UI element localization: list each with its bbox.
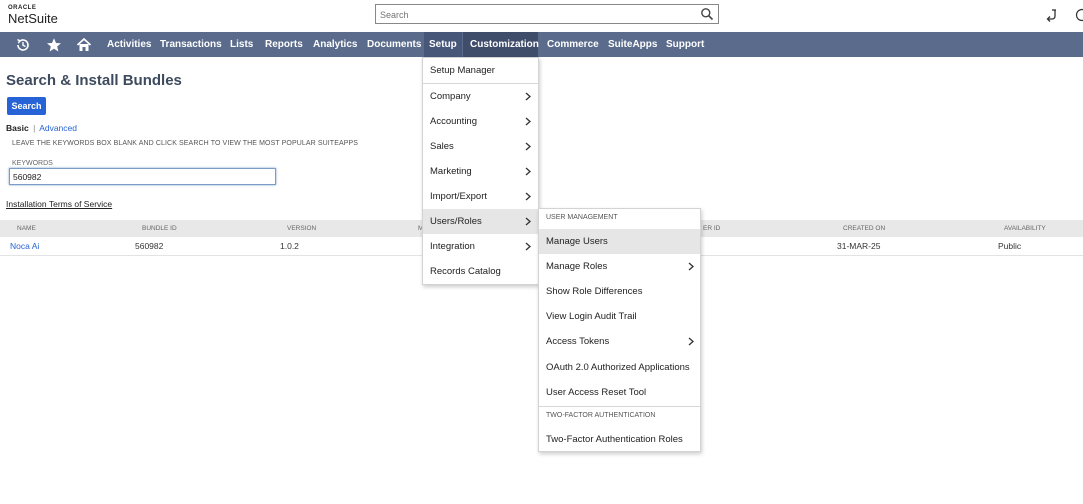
top-bar: ORACLE NetSuite — [0, 0, 1083, 32]
menu-integration-label: Integration — [430, 241, 475, 252]
installation-terms-link[interactable]: Installation Terms of Service — [6, 199, 112, 209]
row-availability: Public — [998, 241, 1022, 251]
reminder-return-icon[interactable] — [1045, 8, 1059, 22]
netsuite-logo[interactable]: ORACLE NetSuite — [8, 5, 58, 25]
menu-marketing-label: Marketing — [430, 166, 472, 177]
chevron-right-icon — [525, 242, 531, 251]
row-version: 1.0.2 — [280, 241, 299, 251]
mode-advanced-link[interactable]: Advanced — [39, 123, 77, 133]
menu-accounting-label: Accounting — [430, 116, 478, 127]
menu-import-export[interactable]: Import/Export — [423, 184, 538, 209]
mode-basic[interactable]: Basic — [6, 123, 29, 133]
col-version[interactable]: VERSION — [287, 225, 316, 232]
col-availability[interactable]: AVAILABILITY — [1004, 225, 1046, 232]
recent-records-icon[interactable] — [15, 37, 31, 53]
menu-company-label: Company — [430, 91, 471, 102]
page-title: Search & Install Bundles — [6, 72, 182, 89]
menu-show-role-differences-label: Show Role Differences — [546, 286, 643, 297]
menu-accounting[interactable]: Accounting — [423, 109, 538, 134]
chevron-right-icon — [688, 337, 694, 346]
col-name[interactable]: NAME — [17, 225, 36, 232]
menu-view-login-audit-trail[interactable]: View Login Audit Trail — [539, 304, 700, 329]
nav-support[interactable]: Support — [661, 32, 709, 57]
chevron-right-icon — [525, 167, 531, 176]
home-icon[interactable] — [76, 37, 92, 53]
menu-users-roles-label: Users/Roles — [430, 216, 482, 227]
menu-show-role-differences[interactable]: Show Role Differences — [539, 279, 700, 304]
row-name-link[interactable]: Noca Ai — [10, 241, 39, 251]
menu-divider — [539, 406, 700, 407]
menu-two-factor-roles[interactable]: Two-Factor Authentication Roles — [539, 427, 700, 452]
menu-users-roles[interactable]: Users/Roles — [423, 209, 538, 234]
keywords-hint: LEAVE THE KEYWORDS BOX BLANK AND CLICK S… — [12, 140, 359, 147]
menu-manage-roles[interactable]: Manage Roles — [539, 254, 700, 279]
main-navigation: Activities Transactions Lists Reports An… — [0, 32, 1083, 57]
menu-oauth-apps[interactable]: OAuth 2.0 Authorized Applications — [539, 355, 700, 380]
menu-access-tokens[interactable]: Access Tokens — [539, 329, 700, 354]
col-owner-id[interactable]: ER ID — [703, 225, 720, 232]
menu-manage-users[interactable]: Manage Users — [539, 229, 700, 254]
chevron-right-icon — [525, 92, 531, 101]
menu-view-login-audit-trail-label: View Login Audit Trail — [546, 311, 637, 322]
menu-setup-manager-label: Setup Manager — [430, 65, 495, 76]
menu-user-access-reset-tool[interactable]: User Access Reset Tool — [539, 380, 700, 405]
nav-customization[interactable]: Customization — [463, 32, 539, 57]
chevron-right-icon — [525, 117, 531, 126]
nav-commerce[interactable]: Commerce — [542, 32, 604, 57]
keywords-input[interactable] — [9, 168, 276, 185]
menu-integration[interactable]: Integration — [423, 234, 538, 259]
nav-suiteapps[interactable]: SuiteApps — [603, 32, 662, 57]
logo-netsuite-text: NetSuite — [8, 11, 58, 26]
help-icon[interactable] — [1075, 8, 1083, 22]
mode-separator: | — [33, 123, 36, 133]
menu-setup-manager[interactable]: Setup Manager — [423, 58, 538, 83]
col-bundle-id[interactable]: BUNDLE ID — [142, 225, 177, 232]
nav-setup[interactable]: Setup — [424, 32, 462, 57]
menu-marketing[interactable]: Marketing — [423, 159, 538, 184]
search-mode-links: Basic | Advanced — [6, 123, 77, 133]
two-factor-header: TWO-FACTOR AUTHENTICATION — [546, 412, 656, 419]
menu-oauth-apps-label: OAuth 2.0 Authorized Applications — [546, 362, 690, 373]
row-created-on: 31-MAR-25 — [837, 241, 881, 251]
nav-reports[interactable]: Reports — [260, 32, 308, 57]
menu-two-factor-roles-label: Two-Factor Authentication Roles — [546, 434, 683, 445]
menu-import-export-label: Import/Export — [430, 191, 488, 202]
magnifier-icon[interactable] — [700, 7, 714, 21]
nav-lists[interactable]: Lists — [225, 32, 258, 57]
menu-sales-label: Sales — [430, 141, 454, 152]
star-icon[interactable] — [46, 37, 62, 53]
menu-records-catalog-label: Records Catalog — [430, 266, 501, 277]
menu-company[interactable]: Company — [423, 84, 538, 109]
row-bundle-id: 560982 — [135, 241, 164, 251]
setup-dropdown-menu: Setup Manager Company Accounting Sales M… — [422, 57, 539, 285]
global-search — [375, 4, 719, 24]
menu-access-tokens-label: Access Tokens — [546, 336, 610, 347]
menu-records-catalog[interactable]: Records Catalog — [423, 259, 538, 284]
menu-sales[interactable]: Sales — [423, 134, 538, 159]
users-roles-submenu: USER MANAGEMENT Manage Users Manage Role… — [538, 208, 701, 452]
nav-analytics[interactable]: Analytics — [308, 32, 362, 57]
menu-user-access-reset-tool-label: User Access Reset Tool — [546, 387, 647, 398]
chevron-right-icon — [688, 262, 694, 271]
nav-transactions[interactable]: Transactions — [155, 32, 227, 57]
global-search-input[interactable] — [376, 6, 694, 24]
search-button[interactable]: Search — [7, 97, 46, 115]
col-created-on[interactable]: CREATED ON — [843, 225, 885, 232]
chevron-right-icon — [525, 142, 531, 151]
chevron-right-icon — [525, 217, 531, 226]
nav-activities[interactable]: Activities — [102, 32, 156, 57]
nav-documents[interactable]: Documents — [362, 32, 426, 57]
chevron-right-icon — [525, 192, 531, 201]
keywords-label: KEYWORDS — [12, 160, 53, 167]
menu-manage-roles-label: Manage Roles — [546, 261, 608, 272]
user-management-header: USER MANAGEMENT — [546, 214, 618, 221]
menu-manage-users-label: Manage Users — [546, 236, 608, 247]
